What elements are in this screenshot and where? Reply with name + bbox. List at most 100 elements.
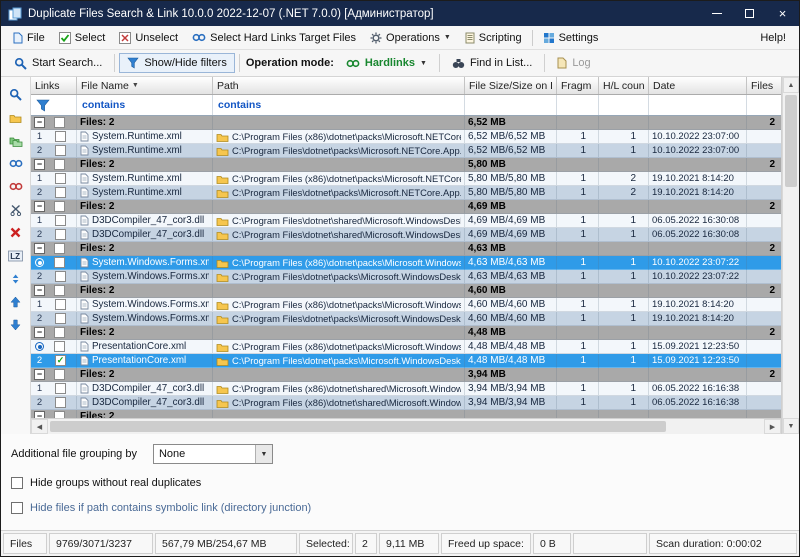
close-button[interactable]: × [766, 1, 799, 26]
group-row[interactable]: −Files: 23,94 MB2 [31, 368, 781, 382]
row-checkbox[interactable] [55, 229, 66, 240]
hscroll-thumb[interactable] [50, 421, 666, 432]
log-button[interactable]: Log [549, 53, 598, 73]
operation-mode-select[interactable]: Hardlinks ▼ [338, 53, 435, 73]
maximize-button[interactable] [733, 1, 766, 26]
move-down-icon[interactable] [6, 316, 26, 333]
row-checkbox[interactable] [55, 271, 66, 282]
find-in-list-button[interactable]: Find in List... [444, 53, 540, 73]
row-checkbox[interactable] [54, 341, 65, 352]
row-checkbox[interactable] [55, 131, 66, 142]
group-row[interactable]: −Files: 26,52 MB2 [31, 116, 781, 130]
menu-select[interactable]: Select [52, 29, 113, 47]
row-checkbox[interactable] [55, 383, 66, 394]
menu-unselect[interactable]: Unselect [112, 29, 185, 47]
table-row[interactable]: System.Windows.Forms.xmlC:\Program Files… [31, 256, 781, 270]
column-header-fragm[interactable]: Fragm [557, 77, 599, 94]
group-row[interactable]: −Files: 24,69 MB2 [31, 200, 781, 214]
menu-file[interactable]: File [6, 29, 52, 47]
start-search-button[interactable]: Start Search... [6, 53, 110, 74]
collapse-expander[interactable]: − [34, 117, 45, 128]
table-row[interactable]: 2System.Runtime.xmlC:\Program Files\dotn… [31, 186, 781, 200]
hide-symlink-checkbox[interactable] [11, 502, 23, 514]
column-header-links[interactable]: Links [31, 77, 77, 94]
table-row[interactable]: 1D3DCompiler_47_cor3.dllC:\Program Files… [31, 214, 781, 228]
menu-settings[interactable]: Settings [536, 29, 606, 47]
menu-select-hard-links-target-files[interactable]: Select Hard Links Target Files [185, 29, 363, 47]
group-checkbox[interactable] [54, 285, 65, 296]
collapse-expander[interactable]: − [34, 327, 45, 338]
group-checkbox[interactable] [54, 117, 65, 128]
column-header-path[interactable]: Path [213, 77, 465, 94]
scroll-left-arrow[interactable]: ◀ [31, 419, 48, 434]
row-checkbox[interactable] [55, 299, 66, 310]
move-up-icon[interactable] [6, 293, 26, 310]
row-checkbox[interactable]: ✓ [55, 355, 66, 366]
scroll-up-arrow[interactable]: ▲ [783, 77, 799, 93]
collapse-expander[interactable]: − [34, 285, 45, 296]
row-checkbox[interactable] [55, 397, 66, 408]
row-checkbox[interactable] [55, 313, 66, 324]
menu-help[interactable]: Help! [752, 29, 794, 47]
scroll-right-arrow[interactable]: ▶ [764, 419, 781, 434]
grouping-select[interactable]: None ▼ [153, 444, 273, 464]
column-header-h-l-count[interactable]: H/L count [599, 77, 649, 94]
table-row[interactable]: 2System.Runtime.xmlC:\Program Files\dotn… [31, 144, 781, 158]
column-header-file-size-size-on-disk[interactable]: File Size/Size on Disk [465, 77, 557, 94]
remove-link-icon[interactable] [6, 178, 26, 195]
hide-groups-row[interactable]: Hide groups without real duplicates [11, 477, 789, 489]
table-row[interactable]: PresentationCore.xmlC:\Program Files (x8… [31, 340, 781, 354]
vscroll-thumb[interactable] [785, 95, 797, 187]
collapse-expander[interactable]: − [34, 369, 45, 380]
table-row[interactable]: 1D3DCompiler_47_cor3.dllC:\Program Files… [31, 382, 781, 396]
column-header-date[interactable]: Date [649, 77, 747, 94]
menu-operations[interactable]: Operations▼ [363, 29, 458, 47]
group-row[interactable]: −Files: 2 [31, 410, 781, 418]
collapse-expander[interactable]: − [34, 243, 45, 254]
path-filter[interactable]: contains [213, 95, 465, 115]
row-checkbox[interactable] [55, 145, 66, 156]
table-row[interactable]: 2D3DCompiler_47_cor3.dllC:\Program Files… [31, 228, 781, 242]
open-folder-icon[interactable] [6, 109, 26, 126]
row-checkbox[interactable] [54, 257, 65, 268]
group-row[interactable]: −Files: 25,80 MB2 [31, 158, 781, 172]
table-row[interactable]: 1System.Runtime.xmlC:\Program Files (x86… [31, 172, 781, 186]
row-checkbox[interactable] [55, 173, 66, 184]
combo-arrow-icon[interactable]: ▼ [255, 445, 272, 463]
collapse-expander[interactable]: − [34, 159, 45, 170]
group-row[interactable]: −Files: 24,63 MB2 [31, 242, 781, 256]
hide-groups-checkbox[interactable] [11, 477, 23, 489]
vertical-scrollbar[interactable]: ▲ ▼ [782, 77, 799, 434]
table-row[interactable]: 2✓PresentationCore.xmlC:\Program Files\d… [31, 354, 781, 368]
group-row[interactable]: −Files: 24,60 MB2 [31, 284, 781, 298]
column-header-files[interactable]: Files [747, 77, 782, 94]
table-row[interactable]: 1System.Runtime.xmlC:\Program Files (x86… [31, 130, 781, 144]
sort-icon[interactable] [6, 270, 26, 287]
search-files-icon[interactable] [6, 86, 26, 103]
table-row[interactable]: 1System.Windows.Forms.xmlC:\Program File… [31, 298, 781, 312]
lz-compress-icon[interactable]: LZ [6, 247, 26, 264]
table-row[interactable]: 2System.Windows.Forms.xmlC:\Program File… [31, 312, 781, 326]
show-hide-filters-button[interactable]: Show/Hide filters [119, 53, 235, 73]
scroll-down-arrow[interactable]: ▼ [783, 418, 799, 434]
group-checkbox[interactable] [54, 369, 65, 380]
group-checkbox[interactable] [54, 327, 65, 338]
group-checkbox[interactable] [54, 201, 65, 212]
filename-filter[interactable]: contains [77, 95, 213, 115]
horizontal-scrollbar[interactable]: ◀ ▶ [31, 418, 781, 434]
group-checkbox[interactable] [54, 411, 65, 418]
group-row[interactable]: −Files: 24,48 MB2 [31, 326, 781, 340]
row-checkbox[interactable] [55, 215, 66, 226]
hscroll-track[interactable] [48, 419, 764, 434]
collapse-expander[interactable]: − [34, 411, 45, 418]
row-checkbox[interactable] [55, 187, 66, 198]
delete-icon[interactable] [6, 224, 26, 241]
select-folders-icon[interactable] [6, 132, 26, 149]
group-checkbox[interactable] [54, 159, 65, 170]
cut-icon[interactable] [6, 201, 26, 218]
table-row[interactable]: 2D3DCompiler_47_cor3.dllC:\Program Files… [31, 396, 781, 410]
column-header-file-name[interactable]: File Name▼ [77, 77, 213, 94]
collapse-expander[interactable]: − [34, 201, 45, 212]
group-checkbox[interactable] [54, 243, 65, 254]
table-row[interactable]: 2System.Windows.Forms.xmlC:\Program File… [31, 270, 781, 284]
